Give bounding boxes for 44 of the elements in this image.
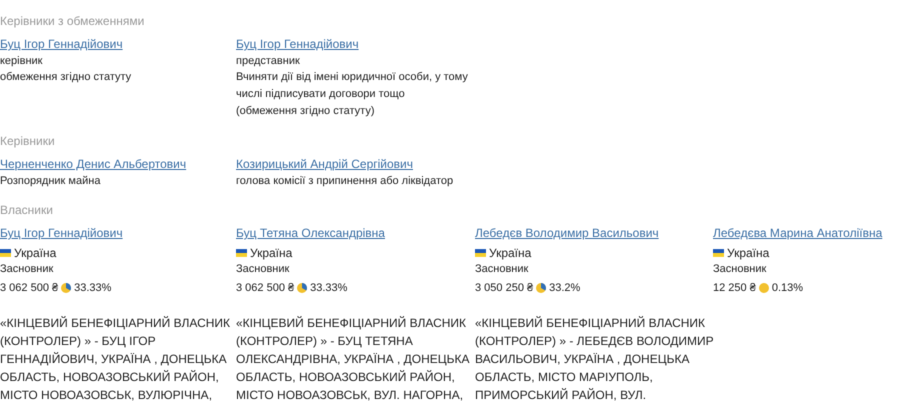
- beneficiary-text: «КІНЦЕВИЙ БЕНЕФІЦІАРНИЙ ВЛАСНИК (КОНТРОЛЕР) » - БУЦ ТЕТЯНА ОЛЕКСАНДРІВНА, УКРАЇНА , ДОНЕЦЬКА ОБЛАСТЬ, НОВОАЗОВСЬКИЙ РАЙОН, МІСТО НОВОАЗОВСЬК, ВУЛ. НАГОРНА,: [236, 315, 470, 404]
- role-text: Засновник: [713, 262, 766, 277]
- pie-chart-icon: [61, 283, 72, 293]
- role-text: представник: [236, 54, 300, 69]
- flag-icon: [713, 249, 724, 257]
- person-link[interactable]: Буц Ігор Геннадійович: [0, 37, 123, 51]
- role-text: керівник: [0, 54, 42, 69]
- pie-chart-icon: [536, 283, 546, 293]
- person-link[interactable]: Буц Ігор Геннадійович: [236, 37, 359, 51]
- share-text: 0.13%: [772, 282, 804, 294]
- role-text: Розпорядник майна: [0, 174, 100, 189]
- flag-icon: [0, 249, 11, 257]
- amount-text: 12 250 ₴: [713, 282, 756, 294]
- share-text: 33.33%: [74, 282, 112, 294]
- country-name: Україна: [250, 245, 292, 261]
- country-name: Україна: [489, 245, 532, 261]
- share-text: 33.33%: [310, 282, 348, 294]
- dot-icon: [758, 283, 769, 293]
- section-title: Керівники: [0, 134, 56, 148]
- role-text: Засновник: [236, 262, 290, 277]
- share-text: 33.2%: [549, 282, 580, 294]
- country-name: Україна: [727, 245, 770, 261]
- note-text: Вчиняти дії від імені юридичної особи, у тому числі підписувати договори тощо (обмеження згідно статуту): [236, 70, 468, 119]
- person-link[interactable]: Лебедєва Марина Анатоліївна: [713, 226, 882, 240]
- person-link[interactable]: Лебедєв Володимир Васильович: [475, 226, 659, 240]
- role-text: голова комісії з припинення або ліквідатор: [236, 174, 454, 189]
- beneficiary-text: «КІНЦЕВИЙ БЕНЕФІЦІАРНИЙ ВЛАСНИК (КОНТРОЛЕР) » - БУЦ ІГОР ГЕННАДІЙОВИЧ, УКРАЇНА , ДОНЕЦЬКА ОБЛАСТЬ, НОВОАЗОВСЬКИЙ РАЙОН, МІСТО НОВОАЗОВСЬК, ВУЛЮРІЧНА,: [0, 315, 230, 404]
- amount-text: 3 062 500 ₴: [236, 282, 294, 294]
- note-text: обмеження згідно статуту: [0, 70, 132, 85]
- role-text: Засновник: [475, 262, 528, 277]
- flag-icon: [236, 249, 247, 257]
- pie-chart-icon: [297, 283, 308, 293]
- person-link[interactable]: Буц Тетяна Олександрівна: [236, 226, 385, 240]
- person-link[interactable]: Буц Ігор Геннадійович: [0, 226, 123, 240]
- role-text: Засновник: [0, 262, 54, 277]
- person-link[interactable]: Козирицький Андрій Сергійович: [236, 157, 413, 171]
- flag-icon: [475, 249, 486, 257]
- amount-text: 3 050 250 ₴: [475, 282, 534, 294]
- section-title: Керівники з обмеженнями: [0, 14, 146, 28]
- beneficiary-text: «КІНЦЕВИЙ БЕНЕФІЦІАРНИЙ ВЛАСНИК (КОНТРОЛЕР) » - ЛЕБЕДЄВ ВОЛОДИМИР ВАСИЛЬОВИЧ, УКРАЇНА , ДОНЕЦЬКА ОБЛАСТЬ, МІСТО МАРІУПОЛЬ, ПРИМОРСЬКИЙ РАЙОН, ВУЛ.: [475, 315, 714, 404]
- country-name: Україна: [14, 245, 56, 261]
- section-title: Власники: [0, 203, 54, 217]
- person-link[interactable]: Черненченко Денис Альбертович: [0, 157, 186, 171]
- amount-text: 3 062 500 ₴: [0, 282, 58, 294]
